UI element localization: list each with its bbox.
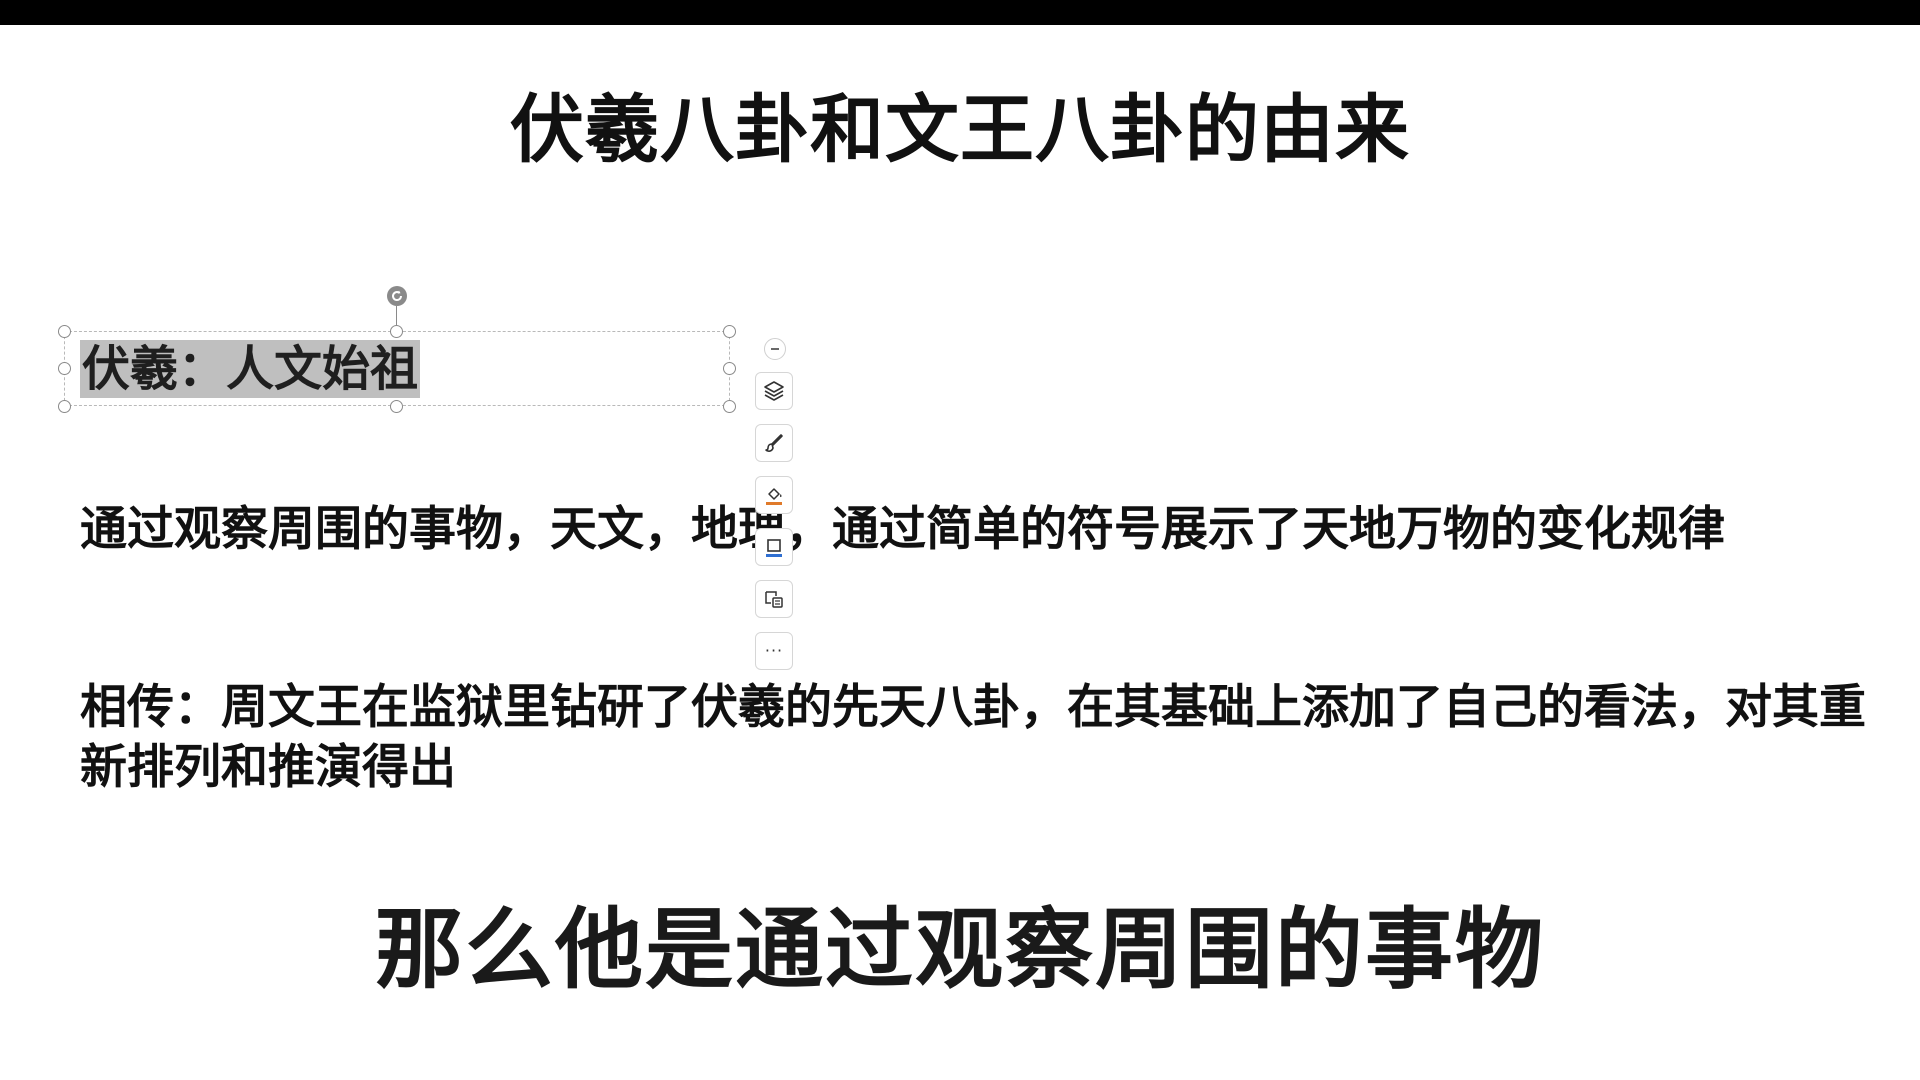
toolbar-collapse-button[interactable] [764,338,786,360]
slide-canvas: 伏羲八卦和文王八卦的由来 伏羲：人文始祖 通过观察周围的事物，天文，地理，通过简… [0,0,1920,1080]
shape-fill-icon [766,488,782,505]
resize-handle-top-right[interactable] [723,325,736,338]
brush-icon [765,434,783,452]
resize-handle-middle-left[interactable] [58,362,71,375]
brush-button[interactable] [755,424,793,462]
paragraph-observation[interactable]: 通过观察周围的事物，天文，地理，通过简单的符号展示了天地万物的变化规律 [80,500,1725,560]
video-subtitle: 那么他是通过观察周围的事物 [374,898,1545,1001]
text-options-icon [765,591,783,608]
resize-handle-bottom-center[interactable] [390,400,403,413]
shape-outline-icon [766,539,782,557]
more-icon: ··· [764,641,784,660]
paragraph-legend[interactable]: 相传：周文王在监狱里钻研了伏羲的先天八卦，在其基础上添加了自己的看法，对其重新排… [80,678,1880,798]
resize-handle-bottom-right[interactable] [723,400,736,413]
shape-outline-button[interactable] [755,528,793,566]
collapse-icon [771,348,779,350]
slide-title[interactable]: 伏羲八卦和文王八卦的由来 [0,82,1920,178]
layers-button[interactable] [755,372,793,410]
selected-textbox[interactable]: 伏羲：人文始祖 [64,331,730,406]
resize-handle-middle-right[interactable] [723,362,736,375]
selected-textbox-text[interactable]: 伏羲：人文始祖 [80,340,421,398]
resize-handle-top-center[interactable] [390,325,403,338]
layers-icon [764,381,784,401]
rotate-handle-icon[interactable] [385,284,409,308]
more-options-button[interactable]: ··· [755,632,793,670]
text-options-button[interactable] [755,580,793,618]
resize-handle-bottom-left[interactable] [58,400,71,413]
top-black-bar [0,0,1920,25]
shape-fill-button[interactable] [755,476,793,514]
resize-handle-top-left[interactable] [58,325,71,338]
